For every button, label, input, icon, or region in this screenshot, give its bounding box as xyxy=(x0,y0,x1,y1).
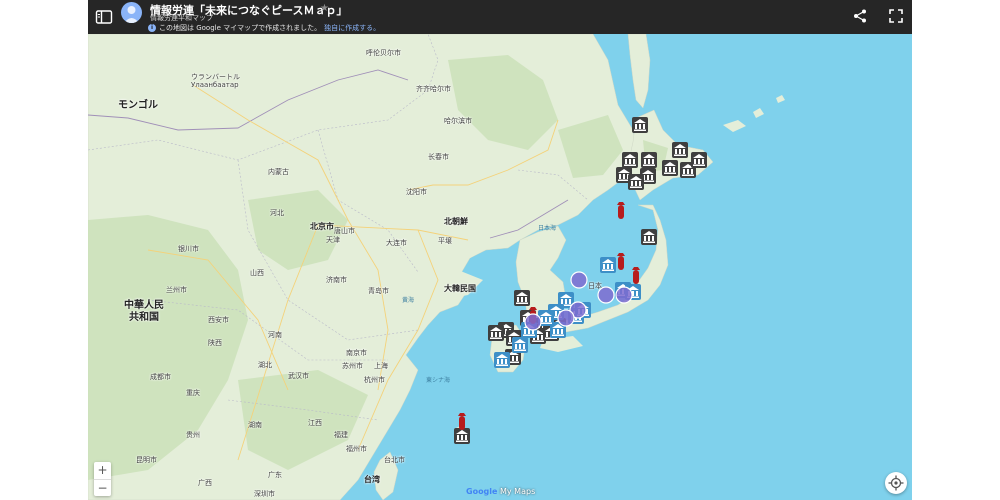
notice-text: この地図は Google マイマップで作成されました。 xyxy=(159,24,322,32)
label-qiqihar: 齐齐哈尔市 xyxy=(416,85,451,93)
museum-marker-blue-11[interactable] xyxy=(512,337,528,353)
label-shanghai: 上海 xyxy=(374,362,388,370)
museum-marker-blue-0[interactable] xyxy=(600,257,616,273)
mymaps-notice: i この地図は Google マイマップで作成されました。 独自に作成する。 xyxy=(148,23,380,33)
bomb-marker-1[interactable] xyxy=(617,253,625,270)
label-japan: 日本 xyxy=(588,282,602,290)
label-north-korea: 北朝鮮 xyxy=(444,217,468,226)
label-hubei: 湖北 xyxy=(258,361,272,369)
label-yellow-sea: 黄海 xyxy=(402,297,415,304)
zoom-controls: + − xyxy=(94,462,111,496)
label-shanxi: 山西 xyxy=(250,269,264,277)
map-frame[interactable]: モンゴル ウランバートル Улаанбаатар 呼伦贝尔市 齐齐哈尔市 哈尔滨… xyxy=(88,0,912,500)
museum-marker-8[interactable] xyxy=(691,152,707,168)
label-hulunbuir: 呼伦贝尔市 xyxy=(366,49,401,57)
label-shenzhen: 深圳市 xyxy=(254,490,275,498)
label-beijing: 北京市 xyxy=(310,222,334,231)
museum-marker-11[interactable] xyxy=(514,290,530,306)
label-fuzhou: 福州市 xyxy=(346,445,367,453)
label-jiangxi: 江西 xyxy=(308,419,322,427)
label-guizhou: 贵州 xyxy=(186,431,200,439)
label-yinchuan: 银川市 xyxy=(178,245,199,253)
label-xian: 西安市 xyxy=(208,316,229,324)
map-subtitle: 情報労連平和マップ xyxy=(150,14,213,22)
zoom-out-button[interactable]: − xyxy=(94,480,111,497)
label-jinan: 济南市 xyxy=(326,276,347,284)
user-avatar-icon[interactable] xyxy=(121,2,142,23)
my-location-button[interactable] xyxy=(885,472,907,494)
label-henan: 河南 xyxy=(268,331,282,339)
label-shenyang: 沈阳市 xyxy=(406,188,427,196)
label-china: 中華人民 共和国 xyxy=(124,300,164,323)
label-hangzhou: 杭州市 xyxy=(364,376,385,384)
label-harbin: 哈尔滨市 xyxy=(444,117,472,125)
label-chengdu: 成都市 xyxy=(150,373,171,381)
label-east-china-sea: 東シナ海 xyxy=(426,377,451,384)
label-shaanxi: 陕西 xyxy=(208,339,222,347)
google-mymaps-attribution[interactable]: Google My Maps xyxy=(466,487,535,496)
museum-marker-9[interactable] xyxy=(628,174,644,190)
fullscreen-icon[interactable] xyxy=(888,8,904,24)
bomb-marker-4[interactable] xyxy=(458,413,466,430)
label-kunming: 昆明市 xyxy=(136,456,157,464)
label-hebei: 河北 xyxy=(270,209,284,217)
info-icon: i xyxy=(148,24,156,32)
label-wuhan: 武汉市 xyxy=(288,372,309,380)
label-lanzhou: 兰州市 xyxy=(166,286,187,294)
museum-marker-2[interactable] xyxy=(622,152,638,168)
museum-marker-21[interactable] xyxy=(454,428,470,444)
label-dalian: 大连市 xyxy=(386,239,407,247)
museum-marker-10[interactable] xyxy=(641,229,657,245)
label-guangxi: 广西 xyxy=(198,479,212,487)
label-taiwan: 台湾 xyxy=(364,475,380,484)
mymaps-text: My Maps xyxy=(500,487,536,496)
share-icon[interactable] xyxy=(852,8,868,24)
museum-marker-0[interactable] xyxy=(632,117,648,133)
bomb-marker-0[interactable] xyxy=(617,202,625,219)
circle-marker-3[interactable] xyxy=(524,313,542,331)
star-icon[interactable]: ★ xyxy=(320,3,329,14)
museum-marker-4[interactable] xyxy=(662,160,678,176)
label-mongolia: モンゴル xyxy=(118,100,158,111)
crosshair-icon xyxy=(888,475,904,491)
label-chongqing: 重庆 xyxy=(186,389,200,397)
label-taipei: 台北市 xyxy=(384,456,405,464)
museum-marker-19[interactable] xyxy=(488,325,504,341)
bomb-marker-2[interactable] xyxy=(632,267,640,284)
label-hunan: 湖南 xyxy=(248,421,262,429)
label-qingdao: 青岛市 xyxy=(368,287,389,295)
create-own-map-link[interactable]: 独自に作成する。 xyxy=(324,23,380,33)
map-header-bar: 情報労連「未来につなぐピースＭａｐ」 ★ 情報労連平和マップ i この地図は G… xyxy=(88,0,912,34)
circle-marker-0[interactable] xyxy=(570,271,588,289)
label-pyongyang: 平壌 xyxy=(438,237,452,245)
sidebar-toggle-icon[interactable] xyxy=(94,7,114,27)
museum-marker-blue-10[interactable] xyxy=(494,352,510,368)
label-nanjing: 南京市 xyxy=(346,349,367,357)
circle-marker-2[interactable] xyxy=(615,286,633,304)
label-sea-of-japan: 日本海 xyxy=(538,225,557,232)
label-tianjin: 天津 xyxy=(326,236,340,244)
label-south-korea: 大韓民国 xyxy=(444,284,476,293)
circle-marker-5[interactable] xyxy=(557,309,575,327)
label-fujian: 福建 xyxy=(334,431,348,439)
label-inner-mongolia: 内蒙古 xyxy=(268,168,289,176)
label-ulaanbaatar-mn: Улаанбаатар xyxy=(191,81,239,89)
google-logo-text: Google xyxy=(466,487,498,496)
museum-marker-1[interactable] xyxy=(672,142,688,158)
label-changchun: 长春市 xyxy=(428,153,449,161)
label-suzhou: 苏州市 xyxy=(342,362,363,370)
zoom-in-button[interactable]: + xyxy=(94,462,111,479)
label-guangdong: 广东 xyxy=(268,471,282,479)
museum-marker-3[interactable] xyxy=(641,152,657,168)
